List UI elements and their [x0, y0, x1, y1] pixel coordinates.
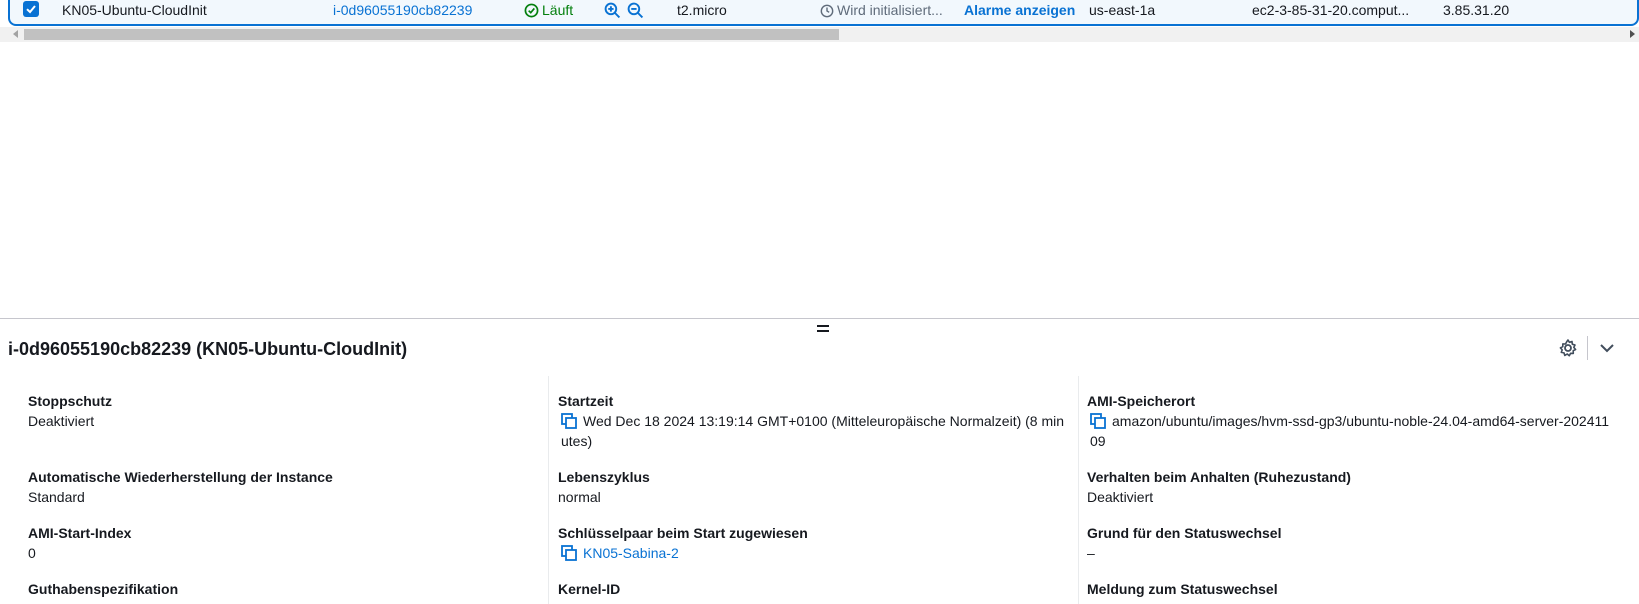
panel-collapse-button[interactable]	[1598, 340, 1616, 356]
lifecycle-value: normal	[558, 489, 601, 505]
scroll-right-icon[interactable]	[1630, 30, 1635, 38]
status-check-label: Wird initialisiert...	[837, 2, 943, 18]
copy-icon[interactable]	[561, 545, 577, 561]
instance-type: t2.micro	[677, 2, 727, 18]
key-pair-link[interactable]: KN05-Sabina-2	[583, 545, 679, 561]
column-divider	[548, 376, 549, 604]
split-panel-divider	[0, 318, 1639, 319]
launch-time-text: Wed Dec 18 2024 13:19:14 GMT+0100 (Mitte…	[561, 413, 1065, 449]
scrollbar-thumb[interactable]	[24, 29, 839, 40]
resize-handle-icon[interactable]	[816, 325, 830, 333]
auto-recovery-value: Standard	[28, 489, 85, 505]
panel-settings-button[interactable]	[1558, 338, 1578, 358]
stop-hibernate-value: Deaktiviert	[1087, 489, 1154, 505]
copy-icon[interactable]	[561, 413, 577, 429]
credit-spec-label: Guthabenspezifikation	[28, 581, 179, 597]
column-divider	[1078, 376, 1079, 604]
key-pair-value: KN05-Sabina-2	[561, 543, 679, 563]
ami-launch-index-label: AMI-Start-Index	[28, 525, 132, 541]
state-reason-label: Grund für den Statuswechsel	[1087, 525, 1282, 541]
horizontal-scrollbar[interactable]	[0, 27, 1639, 42]
details-panel-title: i-0d96055190cb82239 (KN05-Ubuntu-CloudIn…	[8, 339, 408, 359]
lifecycle-label: Lebenszyklus	[558, 469, 650, 485]
zoom-out-icon	[627, 2, 644, 19]
scroll-left-icon[interactable]	[13, 30, 18, 38]
copy-icon[interactable]	[1090, 413, 1106, 429]
zoom-in-button[interactable]	[604, 2, 621, 24]
kernel-id-label: Kernel-ID	[558, 581, 621, 597]
state-message-label: Meldung zum Statuswechsel	[1087, 581, 1278, 597]
gear-icon	[1559, 339, 1577, 357]
instance-state-label: Läuft	[542, 2, 574, 18]
check-icon	[26, 5, 36, 14]
public-dns: ec2-3-85-31-20.comput...	[1252, 2, 1410, 18]
auto-recovery-label: Automatische Wiederherstellung der Insta…	[28, 469, 333, 485]
key-pair-label: Schlüsselpaar beim Start zugewiesen	[558, 525, 808, 541]
panel-header-separator	[1587, 336, 1588, 360]
ami-location-value: amazon/ubuntu/images/hvm-ssd-gp3/ubuntu-…	[1090, 411, 1610, 451]
status-check: Wird initialisiert...	[820, 0, 943, 22]
availability-zone: us-east-1a	[1089, 2, 1156, 18]
ami-location-text: amazon/ubuntu/images/hvm-ssd-gp3/ubuntu-…	[1090, 413, 1610, 449]
instance-table-row[interactable]: KN05-Ubuntu-CloudInit i-0d96055190cb8223…	[8, 0, 1639, 26]
instance-name: KN05-Ubuntu-CloudInit	[62, 2, 207, 18]
chevron-down-icon	[1600, 344, 1614, 353]
ami-launch-index-value: 0	[28, 545, 36, 561]
state-reason-value: –	[1087, 545, 1095, 561]
stop-protection-label: Stoppschutz	[28, 393, 112, 409]
zoom-out-button[interactable]	[627, 2, 644, 24]
ami-location-label: AMI-Speicherort	[1087, 393, 1196, 409]
launch-time-value: Wed Dec 18 2024 13:19:14 GMT+0100 (Mitte…	[561, 411, 1066, 451]
stop-hibernate-label: Verhalten beim Anhalten (Ruhezustand)	[1087, 469, 1351, 485]
launch-time-label: Startzeit	[558, 393, 614, 409]
instance-id-link[interactable]: i-0d96055190cb82239	[333, 0, 472, 22]
stop-protection-value: Deaktiviert	[28, 413, 95, 429]
view-alarms-link[interactable]: Alarme anzeigen	[964, 0, 1075, 22]
clock-icon	[820, 4, 834, 18]
instance-state: Läuft	[524, 0, 573, 22]
check-circle-icon	[524, 3, 539, 18]
row-checkbox[interactable]	[23, 1, 39, 17]
zoom-in-icon	[604, 2, 621, 19]
public-ip: 3.85.31.20	[1443, 2, 1510, 18]
